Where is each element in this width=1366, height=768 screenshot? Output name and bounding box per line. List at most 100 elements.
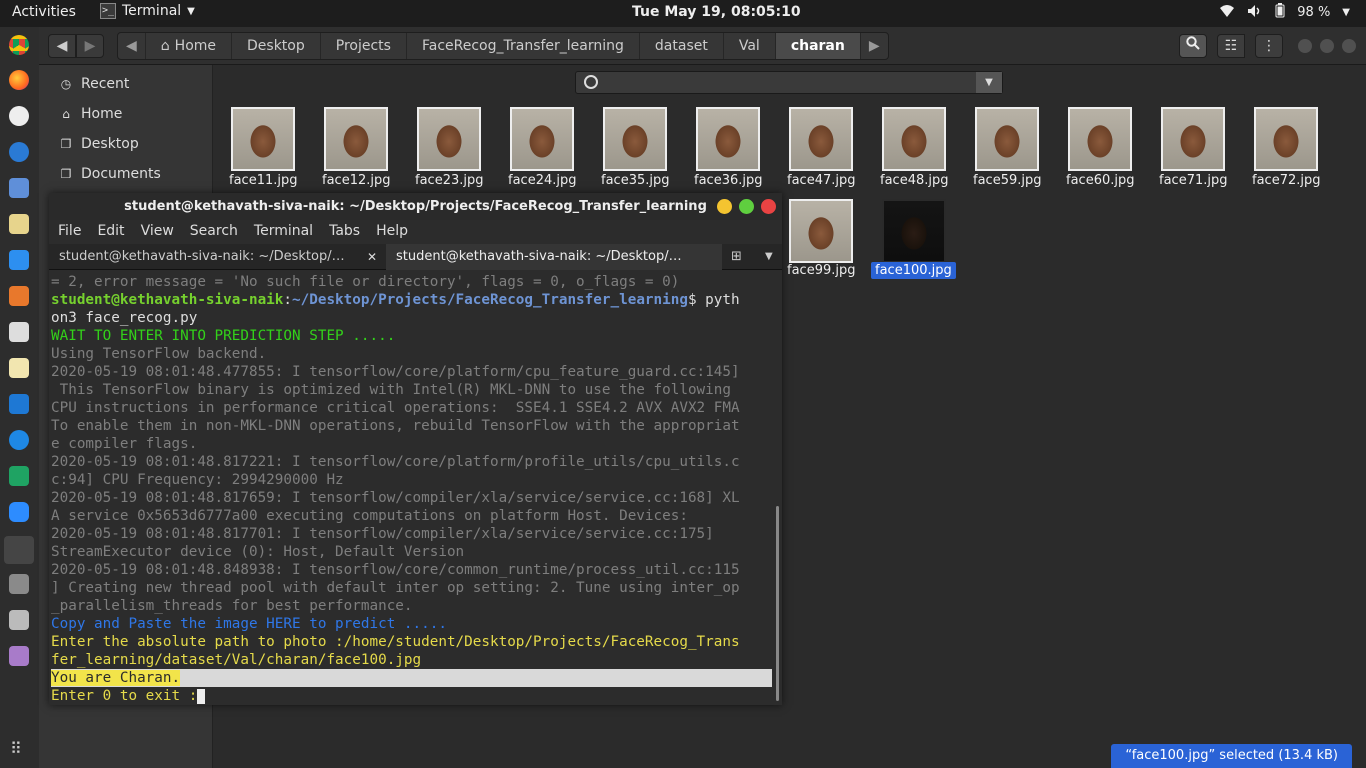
breadcrumb-projects[interactable]: Projects: [321, 33, 407, 59]
file-thumbnail[interactable]: [882, 199, 946, 263]
file-thumbnail[interactable]: [510, 107, 574, 171]
maximize-button[interactable]: [739, 199, 754, 214]
inkscape-icon[interactable]: [9, 106, 29, 126]
file-name[interactable]: face11.jpg: [225, 172, 301, 189]
sidebar-item-recent[interactable]: ◷ Recent: [59, 76, 130, 92]
maximize-button[interactable]: [1320, 39, 1334, 53]
text-editor-icon[interactable]: [9, 358, 29, 378]
terminal-tab[interactable]: student@kethavath-siva-naik: ~/Desktop/……: [49, 244, 385, 270]
selection-status: “face100.jpg” selected (13.4 kB): [1111, 744, 1352, 768]
back-button[interactable]: ◀: [48, 34, 76, 58]
thunderbird-icon[interactable]: [9, 142, 29, 162]
view-toggle-button[interactable]: ☷: [1217, 34, 1245, 58]
file-name[interactable]: face99.jpg: [783, 262, 859, 279]
breadcrumb-val[interactable]: Val: [724, 33, 776, 59]
show-applications-icon[interactable]: ⠿: [10, 739, 22, 758]
file-name[interactable]: face23.jpg: [411, 172, 487, 189]
breadcrumb-dataset[interactable]: dataset: [640, 33, 724, 59]
search-input[interactable]: ▼: [575, 71, 1003, 94]
file-thumbnail[interactable]: [882, 107, 946, 171]
file-name[interactable]: face47.jpg: [783, 172, 859, 189]
menu-terminal[interactable]: Terminal: [254, 220, 313, 242]
file-thumbnail[interactable]: [789, 107, 853, 171]
dock: ⠿: [0, 27, 39, 768]
new-tab-button[interactable]: ⊞: [723, 244, 753, 270]
firefox-icon[interactable]: [9, 70, 29, 90]
file-thumbnail[interactable]: [603, 107, 667, 171]
file-name[interactable]: face71.jpg: [1155, 172, 1231, 189]
file-thumbnail[interactable]: [1161, 107, 1225, 171]
file-name[interactable]: face36.jpg: [690, 172, 766, 189]
breadcrumb-desktop[interactable]: Desktop: [232, 33, 321, 59]
file-thumbnail[interactable]: [1068, 107, 1132, 171]
file-thumbnail[interactable]: [696, 107, 760, 171]
spreadsheet-icon[interactable]: [9, 466, 29, 486]
face-image: [977, 109, 1037, 169]
output-line: 2020-05-19 08:01:48.848938: I tensorflow…: [51, 562, 740, 578]
file-thumbnail[interactable]: [975, 107, 1039, 171]
clock[interactable]: Tue May 19, 08:05:10: [632, 4, 801, 20]
file-name[interactable]: face12.jpg: [318, 172, 394, 189]
menu-edit[interactable]: Edit: [97, 220, 124, 242]
menu-button[interactable]: ⋮: [1255, 34, 1283, 58]
tools-icon[interactable]: [9, 574, 29, 594]
vscode-icon[interactable]: [9, 394, 29, 414]
terminal-output[interactable]: = 2, error message = 'No such file or di…: [49, 270, 782, 705]
breadcrumb-right-arrow[interactable]: ▶: [861, 33, 888, 59]
sidebar-item-desktop[interactable]: ❐ Desktop: [59, 136, 139, 152]
terminal-dock-icon[interactable]: [4, 536, 34, 564]
document-icon[interactable]: [9, 250, 29, 270]
file-name[interactable]: face72.jpg: [1248, 172, 1324, 189]
breadcrumb-facerecog[interactable]: FaceRecog_Transfer_learning: [407, 33, 640, 59]
file-thumbnail[interactable]: [1254, 107, 1318, 171]
file-name[interactable]: face59.jpg: [969, 172, 1045, 189]
calculator-icon[interactable]: [9, 322, 29, 342]
menu-file[interactable]: File: [58, 220, 81, 242]
output-line: 2020-05-19 08:01:48.477855: I tensorflow…: [51, 364, 740, 380]
rhythmbox-icon[interactable]: [9, 214, 29, 234]
app-menu[interactable]: >_ Terminal ▼: [100, 3, 195, 19]
file-name-selected[interactable]: face100.jpg: [871, 262, 956, 279]
files-icon[interactable]: [9, 178, 29, 198]
minimize-button[interactable]: [717, 199, 732, 214]
output-line: This TensorFlow binary is optimized with…: [51, 382, 731, 398]
close-tab-icon[interactable]: ✕: [367, 244, 377, 270]
breadcrumb-left-arrow[interactable]: ◀: [118, 33, 146, 59]
breadcrumb-charan[interactable]: charan: [775, 33, 861, 59]
menu-view[interactable]: View: [141, 220, 174, 242]
minimize-button[interactable]: [1298, 39, 1312, 53]
file-thumbnail[interactable]: [789, 199, 853, 263]
file-thumbnail[interactable]: [231, 107, 295, 171]
breadcrumb-home[interactable]: ⌂ Home: [146, 33, 233, 59]
file-name[interactable]: face48.jpg: [876, 172, 952, 189]
file-thumbnail[interactable]: [324, 107, 388, 171]
file-name[interactable]: face35.jpg: [597, 172, 673, 189]
checkmark-app-icon[interactable]: [9, 430, 29, 450]
software-center-icon[interactable]: [9, 286, 29, 306]
zoom-icon[interactable]: [9, 502, 29, 522]
sidebar-item-home[interactable]: ⌂ Home: [59, 106, 122, 122]
file-name[interactable]: face24.jpg: [504, 172, 580, 189]
forward-button[interactable]: ▶: [76, 34, 104, 58]
file-thumbnail[interactable]: [417, 107, 481, 171]
close-button[interactable]: [761, 199, 776, 214]
chrome-icon[interactable]: [9, 35, 29, 55]
output-line: = 2, error message = 'No such file or di…: [51, 274, 680, 290]
menu-help[interactable]: Help: [376, 220, 408, 242]
search-button[interactable]: [1179, 34, 1207, 58]
screenshot-icon[interactable]: [9, 610, 29, 630]
activities-button[interactable]: Activities: [12, 4, 76, 20]
search-dropdown-icon[interactable]: ▼: [976, 72, 1002, 93]
terminal-title[interactable]: student@kethavath-siva-naik: ~/Desktop/P…: [49, 193, 782, 220]
terminal-tab-active[interactable]: student@kethavath-siva-naik: ~/Desktop/…: [386, 244, 722, 270]
menu-tabs[interactable]: Tabs: [329, 220, 360, 242]
prompt-line: student@kethavath-siva-naik:~/Desktop/Pr…: [51, 292, 740, 308]
file-name[interactable]: face60.jpg: [1062, 172, 1138, 189]
system-tray[interactable]: 98 % ▼: [1219, 3, 1350, 22]
sidebar-item-documents[interactable]: ❐ Documents: [59, 166, 161, 182]
video-icon[interactable]: [9, 646, 29, 666]
close-button[interactable]: [1342, 39, 1356, 53]
menu-search[interactable]: Search: [190, 220, 238, 242]
tabs-menu-chevron-icon[interactable]: ▼: [755, 244, 781, 270]
terminal-scrollbar[interactable]: [776, 506, 779, 701]
